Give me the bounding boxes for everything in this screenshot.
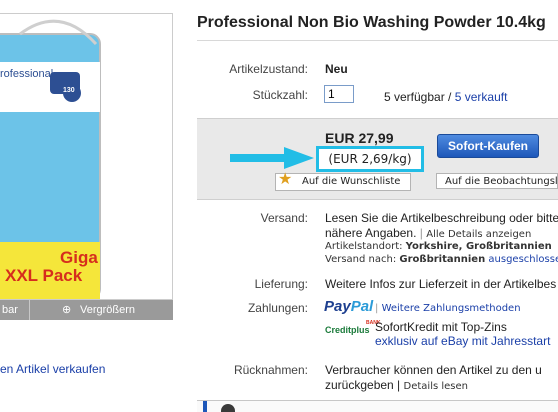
condition-value: Neu: [325, 62, 348, 76]
box-giga-text: Giga: [60, 248, 98, 267]
page-title: Professional Non Bio Washing Powder 10.4…: [197, 14, 546, 31]
available-count: 5 verfügbar /: [384, 90, 452, 104]
credit-link[interactable]: exklusiv auf eBay mit Jahresstart: [375, 334, 550, 348]
returns-details-link[interactable]: Details lesen: [404, 381, 468, 392]
zoom-icon: ⊕: [62, 304, 72, 316]
item-location: Artikelstandort: Yorkshire, Großbritanni…: [325, 241, 552, 252]
toolbar-divider: [29, 300, 30, 320]
buy-now-button[interactable]: Sofort-Kaufen: [437, 134, 539, 158]
seller-box: [197, 400, 558, 412]
paypal-logo: PayPal: [324, 298, 373, 315]
divider: [197, 40, 558, 41]
ship-to-excluded-link[interactable]: ausgeschlossen: [488, 254, 558, 265]
watchlist-button[interactable]: Auf die Beobachtungsliste: [436, 173, 558, 189]
box-number: 130: [63, 87, 75, 94]
wishlist-button[interactable]: ★ Auf die Wunschliste: [275, 169, 411, 191]
paypal-logo-pal: Pal: [350, 298, 374, 315]
star-icon: ★: [278, 169, 293, 188]
ship-to-value: Großbritannien: [399, 254, 486, 265]
wishlist-label: Auf die Wunschliste: [302, 176, 401, 187]
zoom-button[interactable]: Vergrößern: [80, 300, 135, 320]
price: EUR 27,99: [325, 130, 394, 146]
unit-price: (EUR 2,69/kg): [316, 146, 424, 172]
quantity-label: Stückzahl:: [252, 88, 308, 102]
delivery-text: Weitere Infos zur Lieferzeit in der Arti…: [325, 277, 557, 291]
highlight-arrow-icon: [230, 147, 314, 169]
ship-to: Versand nach: Großbritannien ausgeschlos…: [325, 254, 558, 265]
box-pack-text: XXL Pack: [5, 266, 83, 285]
gallery-prev-button[interactable]: bar: [2, 300, 18, 320]
item-location-label: Artikelstandort:: [325, 241, 403, 252]
product-image[interactable]: rofessional 130 Giga XXL Pack: [0, 13, 173, 300]
shipping-text-2: nähere Angaben. | Alle Details anzeigen: [325, 226, 531, 240]
returns-text-2-start: zurückgeben |: [325, 378, 401, 392]
creditplus-logo-text: Creditplus: [325, 325, 370, 335]
ship-to-label: Versand nach:: [325, 254, 397, 265]
credit-title: SofortKredit mit Top-Zins: [375, 320, 507, 334]
creditplus-logo: Creditplus BANK: [325, 320, 380, 335]
paypal-logo-pay: Pay: [324, 298, 351, 315]
separator: |: [419, 226, 423, 240]
seller-box-accent: [203, 401, 207, 412]
condition-label: Artikelzustand:: [229, 62, 308, 76]
more-payment-methods-link[interactable]: Weitere Zahlungsmethoden: [382, 303, 521, 314]
availability-text: 5 verfügbar / 5 verkauft: [384, 90, 507, 104]
quantity-input[interactable]: [324, 85, 354, 103]
gallery-toolbar: bar ⊕ Vergrößern: [0, 300, 173, 320]
returns-label: Rücknahmen:: [233, 363, 308, 377]
shipping-label: Versand:: [260, 211, 308, 225]
shipping-details-link[interactable]: Alle Details anzeigen: [426, 229, 531, 240]
shipping-text-2-start: nähere Angaben.: [325, 226, 417, 240]
sell-item-link[interactable]: en Artikel verkaufen: [0, 362, 105, 376]
returns-text-1: Verbraucher können den Artikel zu den u: [325, 363, 542, 377]
payment-label: Zahlungen:: [247, 301, 308, 315]
sold-count-link[interactable]: 5 verkauft: [455, 90, 508, 104]
box-brand-text: rofessional: [0, 68, 54, 80]
delivery-label: Lieferung:: [254, 277, 308, 291]
item-location-value: Yorkshire, Großbritannien: [405, 241, 552, 252]
more-payment-methods: | Weitere Zahlungsmethoden: [375, 303, 521, 314]
shipping-text-1: Lesen Sie die Artikelbeschreibung oder b…: [325, 211, 558, 225]
returns-text-2: zurückgeben | Details lesen: [325, 378, 468, 392]
